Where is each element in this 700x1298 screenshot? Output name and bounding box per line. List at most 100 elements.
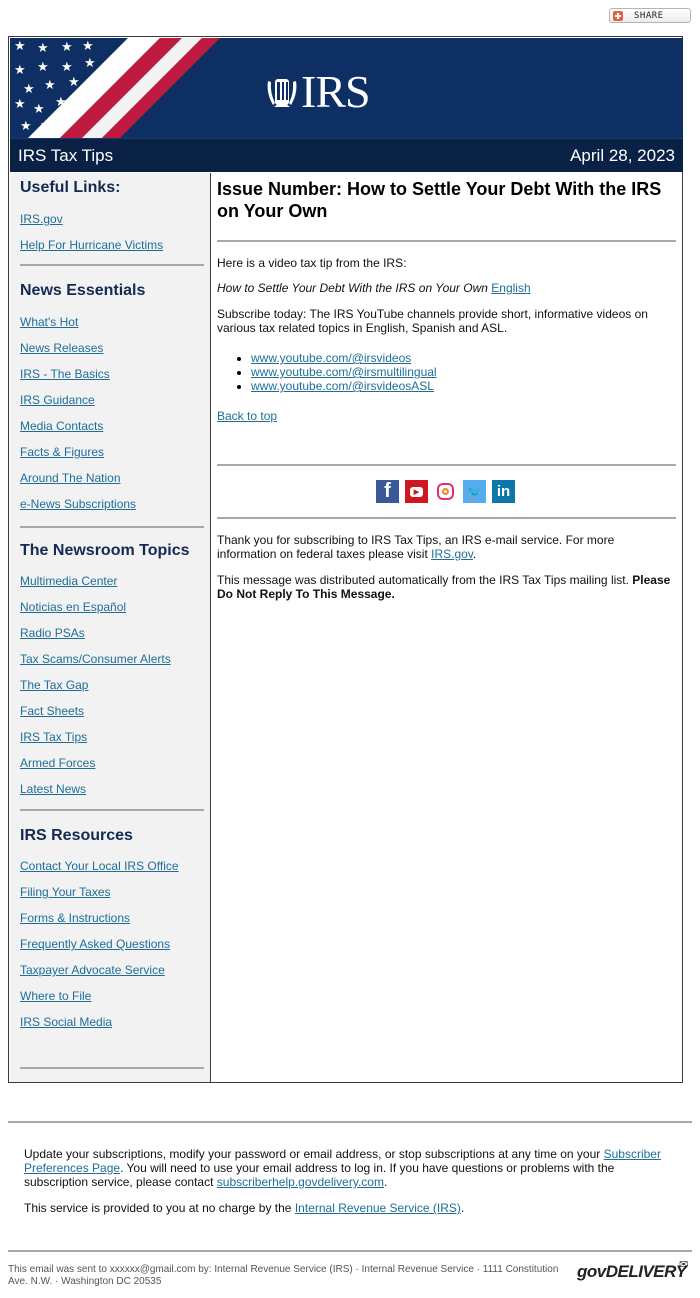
- sidebar-link[interactable]: Around The Nation: [20, 471, 121, 485]
- sidebar-link[interactable]: Where to File: [20, 989, 91, 1003]
- sidebar-link[interactable]: IRS Tax Tips: [20, 730, 87, 744]
- svg-text:★: ★: [14, 97, 26, 112]
- svg-text:★: ★: [33, 102, 45, 117]
- govdelivery-logo[interactable]: govDELIVERY ✉: [577, 1259, 688, 1282]
- irs-eagle-icon: [267, 79, 297, 107]
- main-content: Issue Number: How to Settle Your Debt Wi…: [211, 173, 682, 1082]
- divider: [20, 526, 204, 528]
- sidebar-link[interactable]: The Tax Gap: [20, 678, 88, 692]
- sidebar-link[interactable]: Multimedia Center: [20, 574, 117, 588]
- video-english-link[interactable]: English: [491, 281, 530, 295]
- share-label: SHARE: [634, 10, 664, 21]
- list-item: www.youtube.com/@irsvideos: [251, 351, 437, 365]
- subscription-info: Update your subscriptions, modify your p…: [24, 1147, 661, 1189]
- sidebar-link[interactable]: Latest News: [20, 782, 86, 796]
- intro-text: Here is a video tax tip from the IRS:: [217, 256, 407, 270]
- sidebar-link[interactable]: e-News Subscriptions: [20, 497, 136, 511]
- sidebar-link[interactable]: Frequently Asked Questions: [20, 937, 170, 951]
- subscriber-help-link[interactable]: subscriberhelp.govdelivery.com: [217, 1175, 384, 1189]
- svg-text:★: ★: [55, 95, 67, 110]
- sidebar-link[interactable]: What's Hot: [20, 315, 78, 329]
- plus-icon: [613, 10, 623, 21]
- youtube-link[interactable]: www.youtube.com/@irsvideos: [251, 351, 411, 365]
- sidebar-link[interactable]: Forms & Instructions: [20, 911, 130, 925]
- sidebar-link[interactable]: Fact Sheets: [20, 704, 84, 718]
- sidebar-link[interactable]: Radio PSAs: [20, 626, 85, 640]
- divider: [8, 1250, 692, 1252]
- twitter-icon[interactable]: 🐦: [463, 480, 486, 503]
- divider: [217, 240, 676, 242]
- irs-logo: IRS: [265, 69, 371, 115]
- sidebar-link[interactable]: IRS - The Basics: [20, 367, 110, 381]
- sidebar-link[interactable]: Tax Scams/Consumer Alerts: [20, 652, 171, 666]
- header-banner: ★ ★ ★ ★ ★ ★ ★ ★ ★ ★ ★ ★ ★ ★ ★ ★ IRS: [10, 38, 683, 138]
- thanks-text: Thank you for subscribing to IRS Tax Tip…: [217, 533, 615, 561]
- sidebar-heading-newsroom-topics: The Newsroom Topics: [20, 542, 190, 559]
- back-to-top-wrap: Back to top: [217, 409, 672, 423]
- svg-text:★: ★: [23, 82, 35, 97]
- govdelivery-text: govDELIVERY: [577, 1262, 687, 1281]
- newsletter-frame: ★ ★ ★ ★ ★ ★ ★ ★ ★ ★ ★ ★ ★ ★ ★ ★ IRS IRS Tax Tips Ap…: [8, 36, 683, 1083]
- irs-link[interactable]: Internal Revenue Service (IRS): [295, 1201, 461, 1215]
- sidebar-link[interactable]: Filing Your Taxes: [20, 885, 111, 899]
- sidebar-link[interactable]: IRS.gov: [20, 212, 63, 226]
- sidebar-link[interactable]: Contact Your Local IRS Office: [20, 859, 179, 873]
- facebook-icon[interactable]: f: [376, 480, 399, 503]
- youtube-link[interactable]: www.youtube.com/@irsmultilingual: [251, 365, 437, 379]
- service-info: This service is provided to you at no ch…: [24, 1201, 465, 1215]
- irs-gov-link[interactable]: IRS.gov: [431, 547, 473, 561]
- svg-text:★: ★: [14, 39, 26, 54]
- subscribe-text: Subscribe today: The IRS YouTube channel…: [217, 307, 648, 335]
- divider: [217, 464, 676, 466]
- youtube-link-list: www.youtube.com/@irsvideos www.youtube.c…: [217, 351, 437, 393]
- sidebar-link[interactable]: Help For Hurricane Victims: [20, 238, 163, 252]
- sidebar-link[interactable]: Noticias en Español: [20, 600, 126, 614]
- svg-text:★: ★: [37, 41, 49, 56]
- list-item: www.youtube.com/@irsvideosASL: [251, 379, 437, 393]
- svg-text:★: ★: [40, 118, 52, 133]
- back-to-top-link[interactable]: Back to top: [217, 409, 277, 423]
- share-button[interactable]: SHARE: [609, 8, 691, 23]
- divider: [8, 1121, 692, 1123]
- sidebar-link[interactable]: News Releases: [20, 341, 103, 355]
- issue-date: April 28, 2023: [570, 145, 675, 165]
- svg-text:★: ★: [68, 75, 80, 90]
- instagram-icon[interactable]: [434, 480, 457, 503]
- distributed-text: This message was distributed automatical…: [217, 573, 672, 601]
- svg-text:★: ★: [84, 56, 96, 71]
- issue-title: Issue Number: How to Settle Your Debt Wi…: [217, 179, 662, 221]
- sidebar-heading-irs-resources: IRS Resources: [20, 827, 133, 844]
- svg-text:★: ★: [61, 60, 73, 75]
- video-title: How to Settle Your Debt With the IRS on …: [217, 281, 488, 295]
- service-copy: This service is provided to you at no ch…: [24, 1201, 292, 1215]
- sidebar-link[interactable]: Taxpayer Advocate Service: [20, 963, 165, 977]
- envelope-icon: ✉: [679, 1259, 689, 1271]
- title-bar: IRS Tax Tips April 28, 2023: [10, 138, 683, 172]
- newsletter-title: IRS Tax Tips: [18, 145, 114, 165]
- svg-text:★: ★: [44, 78, 56, 93]
- distributed-copy: This message was distributed automatical…: [217, 573, 629, 587]
- svg-text:★: ★: [82, 39, 94, 54]
- divider: [20, 1067, 204, 1069]
- youtube-icon[interactable]: ▶: [405, 480, 428, 503]
- svg-text:★: ★: [37, 60, 49, 75]
- divider: [20, 809, 204, 811]
- sidebar-link[interactable]: Armed Forces: [20, 756, 95, 770]
- youtube-link[interactable]: www.youtube.com/@irsvideosASL: [251, 379, 434, 393]
- video-line: How to Settle Your Debt With the IRS on …: [217, 281, 672, 295]
- thanks-copy: Thank you for subscribing to IRS Tax Tip…: [217, 533, 615, 561]
- svg-text:★: ★: [20, 119, 32, 134]
- divider: [217, 517, 676, 519]
- sidebar-link[interactable]: IRS Social Media: [20, 1015, 112, 1029]
- american-flag-graphic: ★ ★ ★ ★ ★ ★ ★ ★ ★ ★ ★ ★ ★ ★ ★ ★: [10, 38, 220, 138]
- svg-text:★: ★: [14, 63, 26, 78]
- update-copy-1: Update your subscriptions, modify your p…: [24, 1147, 601, 1161]
- sidebar-link[interactable]: IRS Guidance: [20, 393, 95, 407]
- sidebar-heading-news-essentials: News Essentials: [20, 282, 146, 299]
- sidebar-link[interactable]: Media Contacts: [20, 419, 103, 433]
- sidebar-link[interactable]: Facts & Figures: [20, 445, 104, 459]
- divider: [20, 264, 204, 266]
- linkedin-icon[interactable]: in: [492, 480, 515, 503]
- social-icons: f ▶ 🐦 in: [376, 480, 515, 503]
- svg-text:★: ★: [61, 40, 73, 55]
